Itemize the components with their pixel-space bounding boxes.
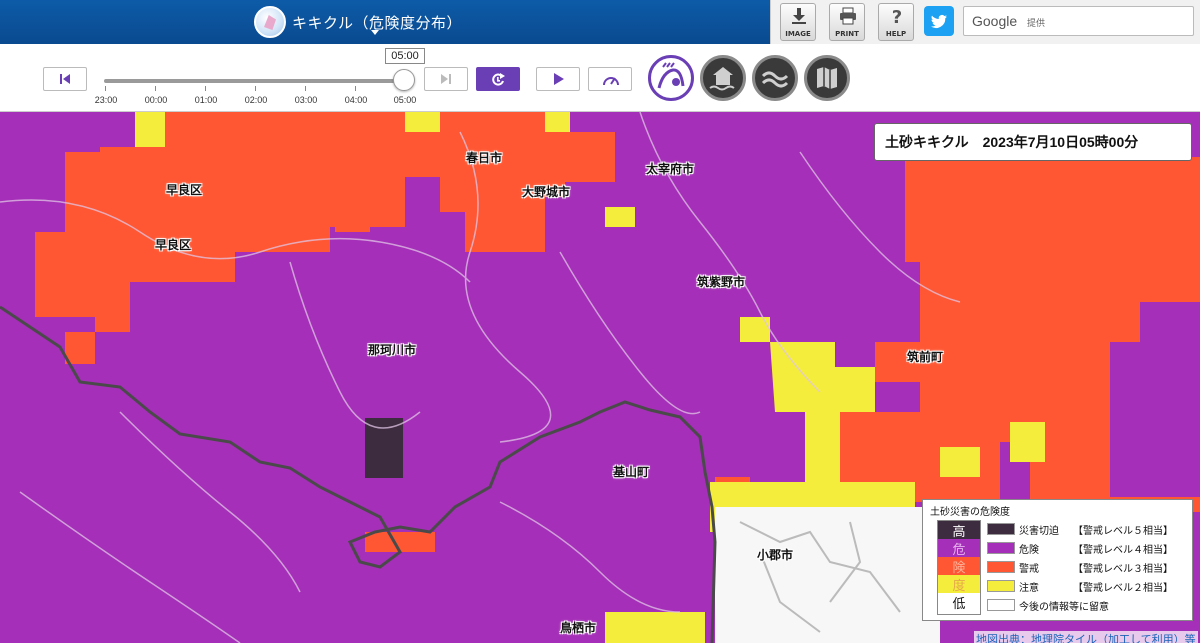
place-label: 筑紫野市	[697, 275, 746, 289]
skip-to-end-button[interactable]	[424, 67, 468, 91]
flood-house-icon	[709, 67, 735, 91]
place-label: 鳥栖市	[560, 621, 597, 635]
time-slider-track[interactable]	[104, 79, 404, 83]
skip-forward-icon	[441, 74, 451, 84]
printer-icon	[840, 7, 856, 25]
map-info-title: 土砂キキクル 2023年7月10日05時00分	[874, 123, 1192, 161]
legend-swatch	[987, 599, 1015, 611]
place-label: 大野城市	[522, 185, 571, 199]
time-label: 03:00	[294, 95, 318, 105]
print-button[interactable]: PRINT	[829, 3, 865, 41]
image-button[interactable]: IMAGE	[780, 3, 816, 41]
time-label: 01:00	[194, 95, 218, 105]
help-button-label: HELP	[885, 30, 907, 38]
app-title-menu[interactable]: キキクル（危険度分布）	[254, 6, 462, 38]
help-button[interactable]: ? HELP	[878, 3, 914, 41]
place-label: 那珂川市	[368, 343, 417, 357]
legend-item: 災害切迫 【警戒レベル５相当】	[987, 521, 1187, 537]
landslide-icon	[657, 62, 685, 89]
play-icon	[554, 73, 564, 85]
place-label: 筑前町	[907, 350, 944, 364]
place-label: 早良区	[166, 183, 203, 197]
scale-mid-2: 険	[938, 557, 980, 575]
google-logo: Google	[972, 13, 1018, 29]
print-button-label: PRINT	[835, 30, 859, 38]
slider-tick	[255, 86, 256, 91]
time-control-bar: 05:00 23:00 00:00 01:00 02:00 03:00 04:0…	[0, 44, 1200, 112]
inundation-layer-button[interactable]	[700, 55, 746, 101]
help-icon: ?	[892, 7, 902, 25]
speedometer-icon	[603, 77, 619, 86]
slider-tick	[155, 86, 156, 91]
place-label: 早良区	[155, 238, 192, 252]
slider-tick	[305, 86, 306, 91]
legend-title: 土砂災害の危険度	[930, 507, 1010, 518]
scale-mid-3: 度	[938, 575, 980, 593]
legend-item-name: 注意	[1019, 583, 1039, 594]
kikikuru-logo-icon	[254, 6, 286, 38]
legend-swatch	[987, 580, 1015, 592]
slider-tick	[205, 86, 206, 91]
risk-scale-bar: 高 危 険 度 低	[937, 520, 981, 615]
skip-to-start-button[interactable]	[43, 67, 87, 91]
risk-cell-imminent	[365, 418, 403, 478]
legend-item: 警戒 【警戒レベル３相当】	[987, 559, 1187, 575]
legend-item-name: 今後の情報等に留意	[1019, 602, 1109, 613]
download-icon	[792, 8, 806, 24]
scale-high: 高	[938, 521, 980, 539]
legend-item-level: 【警戒レベル２相当】	[1073, 583, 1173, 594]
slider-tick	[355, 86, 356, 91]
time-label: 02:00	[244, 95, 268, 105]
map-layer-button[interactable]	[804, 55, 850, 101]
google-search-input[interactable]: Google 提供	[963, 6, 1194, 36]
map-icon	[817, 67, 837, 89]
legend-item-name: 災害切迫	[1019, 526, 1059, 537]
scale-mid-1: 危	[938, 539, 980, 557]
latest-button[interactable]	[476, 67, 520, 91]
legend-swatch	[987, 523, 1015, 535]
place-label: 基山町	[613, 465, 650, 479]
scale-low: 低	[938, 593, 980, 614]
map-attribution-link[interactable]: 地図出典：地理院タイル（加工して利用）等	[974, 631, 1198, 643]
legend-item-level: 【警戒レベル３相当】	[1073, 564, 1173, 575]
slider-tick	[105, 86, 106, 91]
time-label: 04:00	[344, 95, 368, 105]
skip-back-icon	[60, 74, 70, 84]
legend-item-level: 【警戒レベル４相当】	[1073, 545, 1173, 556]
time-label: 05:00	[393, 95, 417, 105]
legend-item-level: 【警戒レベル５相当】	[1073, 526, 1173, 537]
time-label: 23:00	[94, 95, 118, 105]
twitter-icon	[931, 14, 947, 28]
place-label: 小郡市	[757, 548, 794, 562]
image-button-label: IMAGE	[785, 30, 811, 38]
header-bar: キキクル（危険度分布） IMAGE PRINT ? HELP Google 提供	[0, 0, 1200, 44]
legend-item-name: 危険	[1019, 545, 1039, 556]
caret-down-icon[interactable]	[371, 30, 379, 35]
legend-item: 注意 【警戒レベル２相当】	[987, 578, 1187, 594]
landslide-layer-button[interactable]	[648, 55, 694, 101]
river-flood-icon	[761, 71, 789, 88]
legend-panel: 土砂災害の危険度 高 危 険 度 低 災害切迫 【警戒レベル５相当】 危険 【警…	[922, 499, 1193, 621]
time-slider-knob[interactable]	[393, 69, 415, 91]
place-label: 太宰府市	[646, 162, 695, 176]
play-button[interactable]	[536, 67, 580, 91]
svg-text:?: ?	[892, 7, 902, 25]
legend-item: 危険 【警戒レベル４相当】	[987, 540, 1187, 556]
legend-item: 今後の情報等に留意	[987, 597, 1187, 613]
legend-swatch	[987, 542, 1015, 554]
speed-button[interactable]	[588, 67, 632, 91]
google-provided-label: 提供	[1027, 18, 1046, 28]
flood-layer-button[interactable]	[752, 55, 798, 101]
twitter-button[interactable]	[924, 6, 954, 36]
current-time-bubble: 05:00	[385, 48, 425, 64]
legend-swatch	[987, 561, 1015, 573]
time-label: 00:00	[144, 95, 168, 105]
legend-item-name: 警戒	[1019, 564, 1039, 575]
refresh-icon	[492, 73, 505, 86]
place-label: 春日市	[466, 151, 503, 165]
